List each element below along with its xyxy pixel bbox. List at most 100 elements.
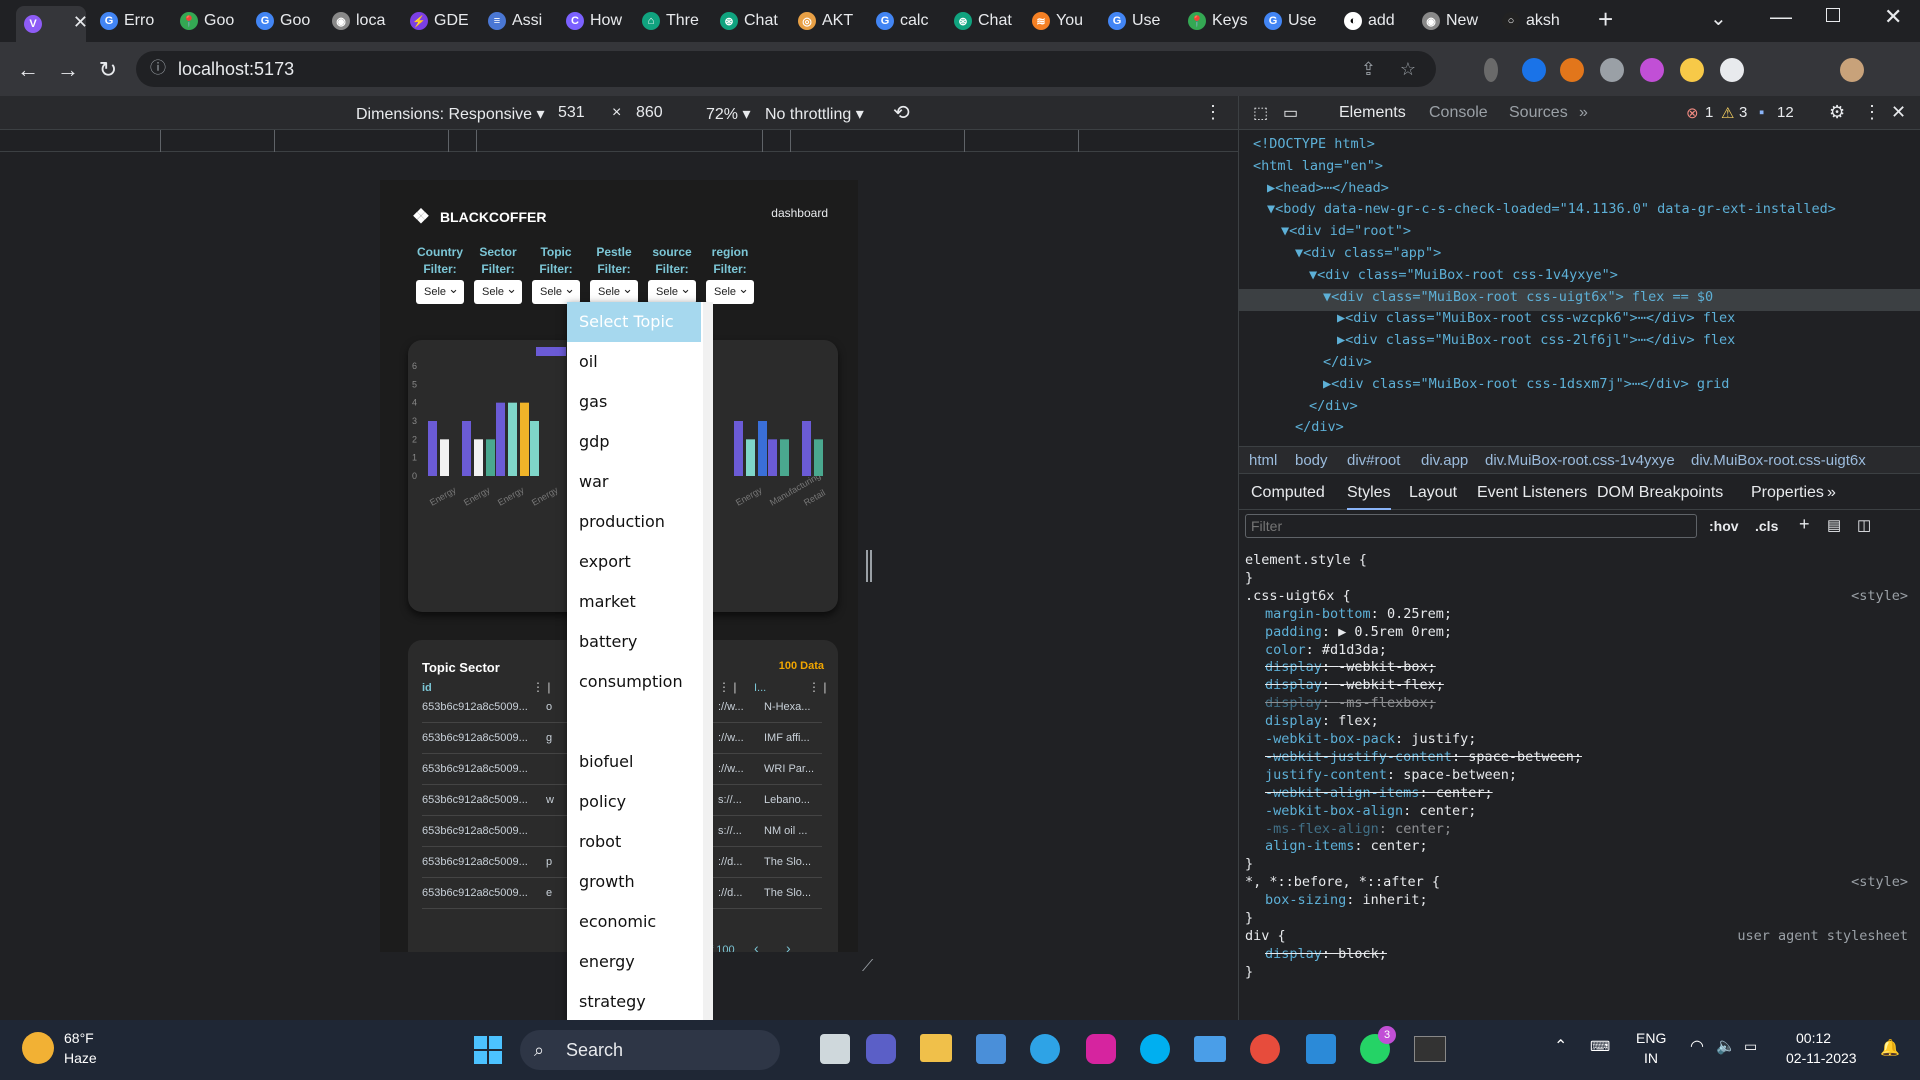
browser-tab[interactable]: ⚡ GDE	[402, 6, 472, 36]
cls-toggle[interactable]: .cls	[1755, 518, 1778, 534]
css-value[interactable]: center;	[1436, 785, 1493, 801]
error-icon[interactable]: ⊗	[1686, 104, 1699, 122]
warning-icon[interactable]: ⚠	[1721, 104, 1734, 122]
hov-toggle[interactable]: :hov	[1709, 518, 1739, 534]
css-value[interactable]: center;	[1419, 803, 1476, 819]
grammarly-icon[interactable]	[1600, 58, 1624, 82]
css-declaration[interactable]: padding: ▶ 0.5rem 0rem;	[1265, 624, 1452, 640]
css-value[interactable]: -ms-flexbox;	[1338, 695, 1436, 711]
dropdown-option[interactable]: growth	[567, 862, 701, 902]
css-property[interactable]: -webkit-box-align	[1265, 803, 1403, 819]
dom-node[interactable]: </div>	[1323, 354, 1372, 376]
styles-subtab[interactable]: Styles	[1347, 484, 1391, 510]
next-page-icon[interactable]: ›	[786, 940, 791, 952]
tab-search-chevron-icon[interactable]: ⌄	[1710, 6, 1727, 31]
css-property[interactable]: display	[1265, 677, 1322, 693]
clock-date[interactable]: 02-11-2023	[1786, 1050, 1857, 1066]
css-property[interactable]: display	[1265, 695, 1322, 711]
message-icon[interactable]: ▪	[1759, 104, 1764, 121]
css-declaration[interactable]: box-sizing: inherit;	[1265, 892, 1428, 908]
battery-icon[interactable]: ▭	[1744, 1038, 1757, 1055]
css-value[interactable]: flex;	[1338, 713, 1379, 729]
add-rule-icon[interactable]: +	[1799, 514, 1810, 535]
css-selector[interactable]: div {	[1245, 928, 1286, 944]
filter-select[interactable]: Sele	[474, 277, 522, 304]
css-property[interactable]: align-items	[1265, 838, 1354, 854]
teams-icon[interactable]	[866, 1034, 896, 1064]
css-selector[interactable]: *, *::before, *::after {	[1245, 874, 1440, 890]
keyboard-icon[interactable]: ⌨	[1590, 1038, 1610, 1055]
chart-bar[interactable]	[530, 421, 539, 476]
css-source[interactable]: <style>	[1851, 874, 1908, 890]
task-view-icon[interactable]	[820, 1034, 850, 1064]
browser-tab[interactable]: ⊛ Chat	[946, 6, 1016, 36]
css-value[interactable]: #d1d3da;	[1322, 642, 1387, 658]
file-explorer-icon[interactable]	[920, 1034, 952, 1062]
browser-tab[interactable]: ⌂ Thre	[634, 6, 704, 36]
dropdown-option[interactable]: consumption	[567, 662, 701, 702]
chart-bar[interactable]	[486, 439, 495, 476]
css-source[interactable]: user agent stylesheet	[1737, 928, 1908, 944]
instagram-icon[interactable]	[1086, 1034, 1116, 1064]
styles-subtab[interactable]: Computed	[1251, 484, 1325, 502]
browser-tab[interactable]: Gcalc	[868, 6, 938, 36]
filter-select[interactable]: Sele	[648, 277, 696, 304]
notification-bell-icon[interactable]: 🔔	[1880, 1038, 1900, 1058]
device-toggle-icon[interactable]: ▭	[1283, 103, 1298, 123]
dom-node[interactable]: ▼<div class="MuiBox-root css-1v4yxye">	[1309, 267, 1618, 289]
css-property[interactable]: -webkit-justify-content	[1265, 749, 1452, 765]
filter-select[interactable]: Sele	[706, 277, 754, 304]
height-input[interactable]: 860	[636, 104, 663, 122]
chart-bar[interactable]	[474, 439, 483, 476]
settings-gear-icon[interactable]: ⚙	[1829, 102, 1845, 123]
dropdown-option[interactable]: market	[567, 582, 701, 622]
metamask-icon[interactable]	[1560, 58, 1584, 82]
dom-node[interactable]: ▶<div class="MuiBox-root css-1dsxm7j">⋯<…	[1323, 376, 1729, 398]
css-declaration[interactable]: display: -webkit-flex;	[1265, 677, 1444, 693]
styles-subtab[interactable]: DOM Breakpoints	[1597, 484, 1723, 502]
dashboard-link[interactable]: dashboard	[771, 206, 828, 220]
css-declaration[interactable]: justify-content: space-between;	[1265, 767, 1517, 783]
skype-icon[interactable]	[1140, 1034, 1170, 1064]
styles-filter-input[interactable]	[1249, 516, 1689, 536]
wifi-icon[interactable]: ◠	[1690, 1036, 1704, 1056]
dropdown-option[interactable]: biofuel	[567, 742, 701, 782]
css-selector[interactable]: element.style {	[1245, 552, 1367, 568]
dom-node[interactable]: ▼<div class="MuiBox-root css-uigt6x"> fl…	[1239, 288, 1920, 311]
bookmark-star-icon[interactable]: ☆	[1400, 51, 1416, 87]
back-arrow-icon[interactable]: ←	[14, 56, 42, 84]
rotate-icon[interactable]: ⟲	[893, 100, 910, 125]
chart-bar[interactable]	[440, 439, 449, 476]
new-tab-button[interactable]: +	[1598, 4, 1613, 35]
styles-subtab[interactable]: Properties	[1751, 484, 1824, 502]
filter-select[interactable]: Sele	[416, 277, 464, 304]
browser-tab[interactable]: C How	[558, 6, 628, 36]
browser-tab[interactable]: ◎ AKT	[790, 6, 860, 36]
dropdown-option[interactable]: production	[567, 502, 701, 542]
css-selector[interactable]: .css-uigt6x {	[1245, 588, 1351, 604]
css-declaration[interactable]: -webkit-box-pack: justify;	[1265, 731, 1476, 747]
device-kebab-icon[interactable]: ⋮	[1204, 102, 1222, 123]
tray-chevron-icon[interactable]: ⌃	[1554, 1036, 1567, 1056]
browser-tab[interactable]: G Erro	[92, 6, 162, 36]
chart-bar[interactable]	[758, 421, 767, 476]
inspect-element-icon[interactable]: ⬚	[1253, 103, 1268, 123]
chart-bar[interactable]	[802, 421, 811, 476]
css-declaration[interactable]: -webkit-justify-content: space-between;	[1265, 749, 1582, 765]
tab-elements[interactable]: Elements	[1339, 104, 1406, 122]
breadcrumb-item[interactable]: body	[1295, 452, 1328, 469]
dom-node[interactable]: ▼<body data-new-gr-c-s-check-loaded="14.…	[1267, 201, 1836, 223]
css-value[interactable]: justify;	[1411, 731, 1476, 747]
browser-tab[interactable]: G Goo	[248, 6, 318, 36]
legend-swatch[interactable]	[536, 347, 566, 356]
css-value[interactable]: space-between;	[1468, 749, 1582, 765]
dropdown-option[interactable]: war	[567, 462, 701, 502]
weather-icon[interactable]	[22, 1032, 54, 1064]
language-line1[interactable]: ENG	[1636, 1030, 1666, 1046]
css-property[interactable]: -webkit-box-pack	[1265, 731, 1395, 747]
extension-icon-7[interactable]	[1720, 58, 1744, 82]
filter-select[interactable]: Sele	[590, 277, 638, 304]
close-window-button[interactable]: ✕	[1884, 4, 1902, 30]
dropdown-option[interactable]: energy	[567, 942, 701, 982]
css-property[interactable]: -ms-flex-align	[1265, 821, 1379, 837]
